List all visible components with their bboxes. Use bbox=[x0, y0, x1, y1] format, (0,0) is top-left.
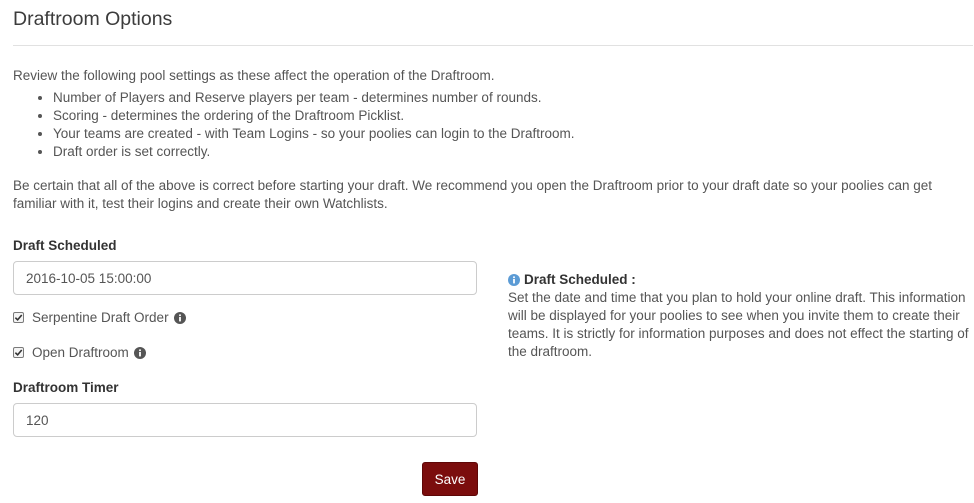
checklist-item: Your teams are created - with Team Login… bbox=[53, 125, 575, 143]
serpentine-checkbox[interactable] bbox=[13, 312, 24, 323]
checkmark-icon bbox=[14, 314, 23, 322]
title-divider bbox=[13, 45, 973, 46]
checklist-item: Scoring - determines the ordering of the… bbox=[53, 107, 575, 125]
draft-scheduled-help: Draft Scheduled : Set the date and time … bbox=[508, 271, 970, 361]
help-body-text: Set the date and time that you plan to h… bbox=[508, 290, 969, 359]
checklist-item: Draft order is set correctly. bbox=[53, 143, 575, 161]
page-title: Draftroom Options bbox=[13, 8, 173, 30]
info-circle-icon bbox=[508, 274, 520, 286]
intro-text: Review the following pool settings as th… bbox=[13, 68, 495, 83]
info-circle-icon[interactable] bbox=[173, 311, 186, 324]
open-draftroom-option[interactable]: Open Draftroom bbox=[13, 345, 146, 360]
checkmark-icon bbox=[14, 349, 23, 357]
settings-checklist: Number of Players and Reserve players pe… bbox=[13, 89, 575, 161]
open-draftroom-checkbox[interactable] bbox=[13, 347, 24, 358]
serpentine-label: Serpentine Draft Order bbox=[32, 310, 169, 325]
draft-scheduled-input[interactable] bbox=[13, 261, 477, 295]
open-draftroom-label: Open Draftroom bbox=[32, 345, 129, 360]
save-button[interactable]: Save bbox=[422, 462, 478, 496]
draftroom-timer-label: Draftroom Timer bbox=[13, 380, 119, 395]
help-heading-text: Draft Scheduled : bbox=[524, 272, 636, 287]
draft-scheduled-label: Draft Scheduled bbox=[13, 238, 117, 253]
draftroom-timer-input[interactable] bbox=[13, 403, 477, 437]
serpentine-draft-order-option[interactable]: Serpentine Draft Order bbox=[13, 310, 186, 325]
info-circle-icon[interactable] bbox=[133, 346, 146, 359]
help-heading: Draft Scheduled : bbox=[508, 271, 970, 289]
checklist-item: Number of Players and Reserve players pe… bbox=[53, 89, 575, 107]
recommendation-text: Be certain that all of the above is corr… bbox=[13, 178, 932, 211]
